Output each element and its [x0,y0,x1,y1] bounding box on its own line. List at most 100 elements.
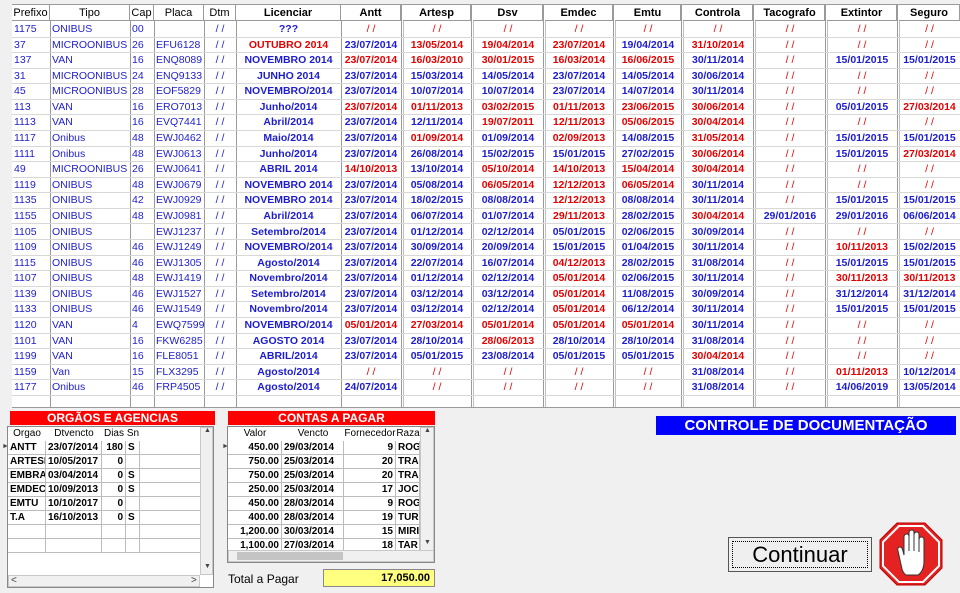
vertical-scrollbar[interactable] [420,427,434,551]
list-item[interactable]: 250.00 25/03/2014 17 JOC [228,483,420,497]
list-item[interactable] [8,525,200,539]
contas-header[interactable]: Valor [228,427,282,440]
cell-licenciar: Setembro/2014 [251,287,326,300]
table-row[interactable]: 1117 Onibus 48 EWJ0462 / / Maio/2014 23/07/201… [12,131,960,147]
table-row[interactable]: 37 MICROONIBUS 26 EFU6128 / / OUTUBRO 2014 23/… [12,38,960,54]
cell-dtm: / / [215,225,225,238]
cell-controla: 30/04/2014 [691,116,745,129]
cell-emdec: / / [574,23,584,35]
table-row[interactable]: 1107 ONIBUS 48 EWJ1419 / / Novembro/2014 23/07… [12,271,960,287]
table-row[interactable]: 1177 Onibus 46 FRP4505 / / Agosto/2014 24/07/2… [12,380,960,396]
table-row[interactable]: 113 VAN 16 ERO7013 / / Junho/2014 23/07/2014 01… [12,100,960,116]
contas-header[interactable]: Vencto [282,427,344,440]
table-row[interactable]: 1175 ONIBUS 00 / /??? / / / / / / / / / / / / / / /… [12,22,960,38]
scroll-up-icon[interactable]: ▲ [204,427,211,434]
list-item[interactable]: ARTESP10/05/20170 [8,455,200,469]
orgaos-header[interactable]: Dtvencto [46,427,102,440]
table-row[interactable]: 1159 Van 15 FLX3295 / / Agosto/2014 / / / / / / /… [12,365,960,381]
table-row[interactable]: 137 VAN 16 ENQ8089 / / NOVEMBRO 2014 23/07/201… [12,53,960,69]
vertical-scrollbar[interactable] [200,427,213,575]
list-item[interactable]: 450.00 29/03/2014 9 ROG [228,441,420,455]
column-header-tipo[interactable]: Tipo [50,5,130,21]
column-header-extintor[interactable]: Extintor [827,5,897,21]
column-header-seguro[interactable]: Seguro [899,5,960,21]
cell-seguro: / / [925,163,934,176]
horizontal-scrollbar[interactable] [8,575,200,587]
list-item[interactable]: EMDEC 10/09/2013 0 S [8,483,200,497]
column-header-antt[interactable]: Antt [341,5,401,21]
cell-cap: 4 [132,319,138,332]
cell-seguro: / / [925,178,934,191]
continue-button[interactable]: Continuar [728,537,872,572]
cell-antt: 23/07/2014 [344,287,398,300]
list-item[interactable]: EMTU 10/10/2017 0 [8,497,200,511]
scroll-down-icon[interactable]: ▼ [424,539,431,546]
table-row[interactable]: 1133 ONIBUS 46 EWJ1549 / / Novembro/2014 23/07… [12,302,960,318]
table-row[interactable]: 1101 VAN 16 FKW6285 / / AGOSTO 2014 23/07/2014… [12,334,960,350]
list-item[interactable] [8,539,200,553]
cell-prefixo: 1199 [14,350,37,363]
table-row[interactable]: 45 MICROONIBUS 28 EOF5829 / / NOVEMBRO/2014 23… [12,84,960,100]
cell-tipo: Onibus [52,381,86,394]
column-header-cap[interactable]: Cap [130,5,154,21]
column-header-dtm[interactable]: Dtm [204,5,236,21]
cell-tacografo: 29/01/2016 [763,209,817,222]
cell-tipo: VAN [52,116,73,129]
scrollbar-thumb[interactable] [237,552,343,560]
cell-controla: 30/11/2014 [692,272,744,285]
list-item[interactable]: ANTT 23/07/2014 180 S [8,441,200,455]
list-item[interactable]: 450.00 28/03/2014 9 ROG [228,497,420,511]
scroll-up-icon[interactable]: ▲ [424,427,431,434]
table-row[interactable]: 1135 ONIBUS 42 EWJ0929 / / NOVEMBRO 2014 23/07… [12,193,960,209]
contas-cell: 250.00 [228,483,282,496]
scroll-right-icon[interactable]: > [191,575,197,586]
column-header-emdec[interactable]: Emdec [545,5,613,21]
column-header-artesp[interactable]: Artesp [403,5,471,21]
table-row[interactable]: 1155 ONIBUS 48 EWJ0981 / / Abril/2014 23/07/20… [12,209,960,225]
column-header-emtu[interactable]: Emtu [615,5,681,21]
table-row[interactable]: 31 MICROONIBUS 24 ENQ9133 / / JUNHO 2014 23/07… [12,69,960,85]
contas-header[interactable]: Raza [396,427,420,440]
cell-licenciar: Junho/2014 [259,147,318,160]
column-header-dsv[interactable]: Dsv [473,5,543,21]
orgaos-table[interactable]: Orgao Dtvencto Dias Sn ANTT 23/07/2014 180 S ART… [2,426,214,588]
column-header-placa[interactable]: Placa [154,5,204,21]
documents-grid[interactable]: Prefixo Tipo Cap Placa Dtm Licenciar Antt Artes… [12,4,960,408]
list-item[interactable]: 750.00 25/03/2014 20 TRA [228,455,420,469]
list-item[interactable]: 400.00 28/03/2014 19 TURI [228,511,420,525]
list-item[interactable]: T.A 16/10/2013 0 S [8,511,200,525]
orgaos-cell: EMBRATUR [10,469,46,482]
orgaos-header[interactable]: Dias [102,427,126,440]
cell-dsv: 06/05/2014 [481,178,535,191]
table-row[interactable]: 1119 ONIBUS 48 EWJ0679 / / NOVEMBRO 2014 23/07… [12,178,960,194]
contas-header[interactable]: Fornecedor [344,427,396,440]
table-row[interactable]: 1199 VAN 16 FLE8051 / / ABRIL/2014 23/07/2014 0… [12,349,960,365]
cell-artesp: 01/11/2013 [411,100,463,113]
column-header-prefixo[interactable]: Prefixo [12,5,50,21]
contas-table[interactable]: Valor Vencto Fornecedor Raza 450.00 29/03/201… [222,426,435,563]
table-row[interactable]: 49 MICROONIBUS 26 EWJ0641 / / ABRIL 2014 14/10… [12,162,960,178]
column-header-controla[interactable]: Controla [683,5,753,21]
cell-seguro: 06/06/2014 [903,209,956,222]
scroll-left-icon[interactable]: < [11,575,17,586]
cell-tacografo: / / [785,365,795,378]
list-item[interactable]: 750.00 25/03/2014 20 TRA [228,469,420,483]
scroll-down-icon[interactable]: ▼ [204,563,211,570]
cell-emdec: 12/11/2013 [553,116,605,129]
table-row[interactable]: 1120 VAN 4 EWQ7599 / / NOVEMBRO/2014 05/01/201… [12,318,960,334]
contas-cell: 20 [344,469,396,482]
list-item[interactable]: EMBRATUR03/04/20140S [8,469,200,483]
orgaos-header[interactable]: Orgao [8,427,46,440]
cell-placa: EWJ0613 [156,147,202,160]
list-item[interactable]: 1,200.00 30/03/2014 15 MIRI [228,525,420,539]
table-row[interactable]: 1111 Onibus 48 EWJ0613 / / Junho/2014 23/07/20… [12,147,960,163]
orgaos-header[interactable]: Sn [126,427,140,440]
column-header-licenciar[interactable]: Licenciar [236,5,341,21]
table-row[interactable]: 1105 ONIBUS EWJ1237 / / Setembro/2014 23/07/2… [12,225,960,241]
column-header-tacografo[interactable]: Tacografo [755,5,825,21]
table-row[interactable]: 1109 ONIBUS 46 EWJ1249 / / NOVEMBRO/2014 23/07… [12,240,960,256]
table-row[interactable]: 1115 ONIBUS 46 EWJ1305 / / Agosto/2014 23/07/2… [12,256,960,272]
table-row[interactable]: 1113 VAN 16 EVQ7441 / / Abril/2014 23/07/2014 1… [12,115,960,131]
stop-hand-icon[interactable] [878,521,944,587]
table-row[interactable]: 1139 ONIBUS 46 EWJ1527 / / Setembro/2014 23/07… [12,287,960,303]
